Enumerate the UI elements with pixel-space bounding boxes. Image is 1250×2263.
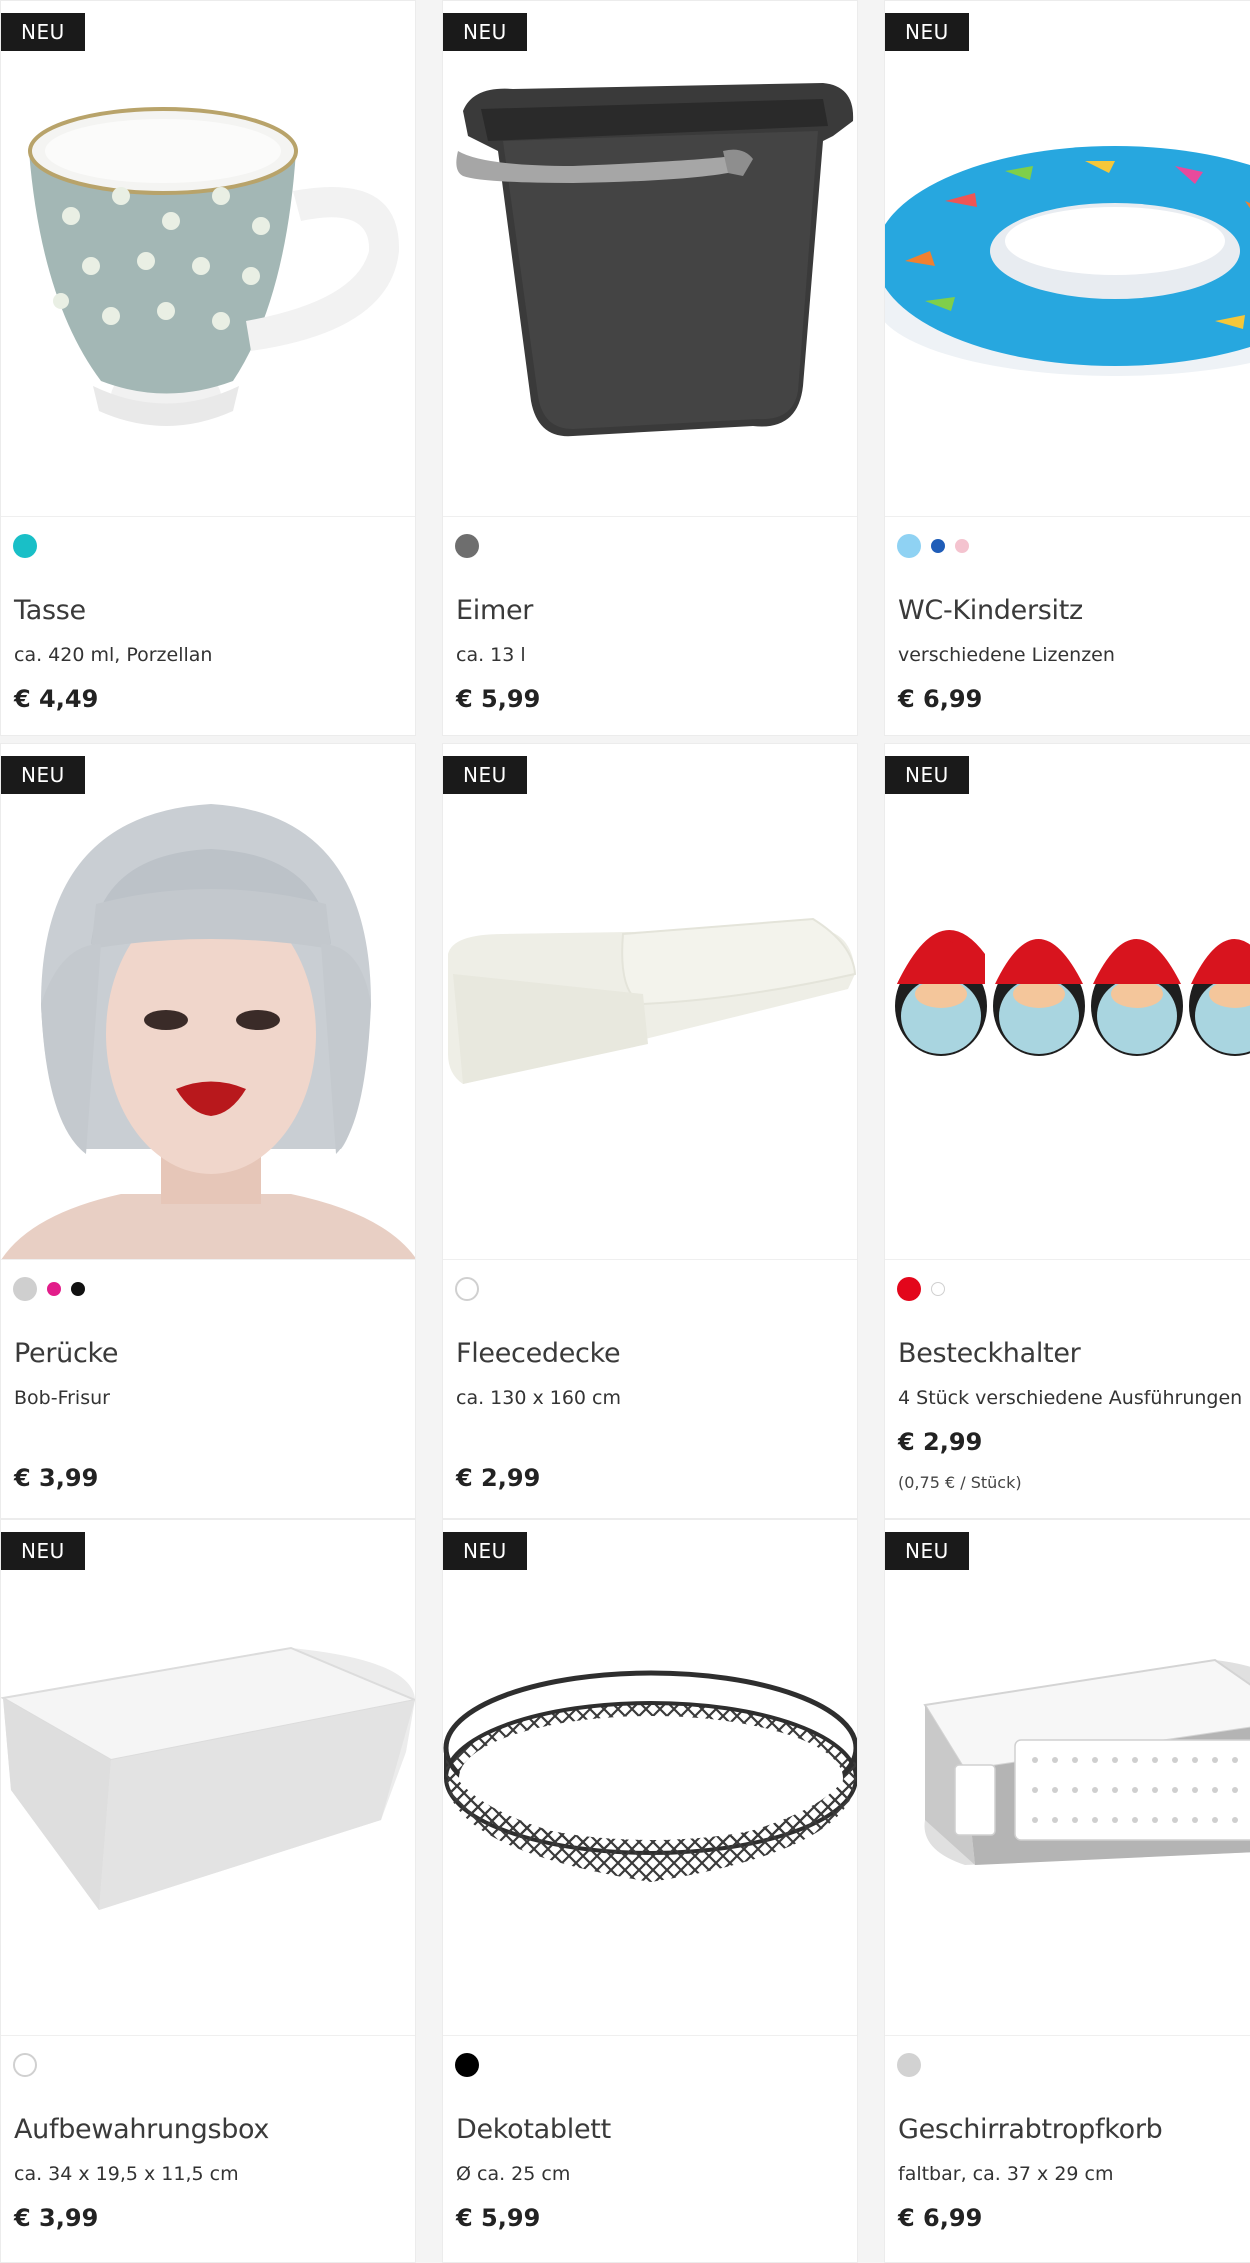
product-name[interactable]: Geschirrabtropfkorb xyxy=(898,2114,1163,2145)
color-swatch[interactable] xyxy=(955,539,969,553)
product-description: verschiedene Lizenzen xyxy=(898,644,1115,666)
product-name[interactable]: Tasse xyxy=(14,595,86,626)
color-swatches xyxy=(13,534,37,558)
product-card-tasse[interactable]: NEU Tasse ca. 420 ml, Porzellan € 4,49 xyxy=(0,0,416,736)
product-price: € 5,99 xyxy=(456,2204,541,2232)
product-card-aufbewahrungsbox[interactable]: NEU Aufbewahrungsbox ca. 34 x 19,5 x 11,… xyxy=(0,1519,416,2263)
color-swatch[interactable] xyxy=(13,1277,37,1301)
product-description: ca. 34 x 19,5 x 11,5 cm xyxy=(14,2163,239,2185)
product-image[interactable]: NEU xyxy=(443,1,857,517)
product-image[interactable]: NEU xyxy=(443,1520,857,2036)
color-swatch[interactable] xyxy=(455,2053,479,2077)
toilet-seat-image xyxy=(885,146,1250,376)
new-badge: NEU xyxy=(443,1532,527,1570)
product-description: Bob-Frisur xyxy=(14,1387,110,1409)
product-name[interactable]: Perücke xyxy=(14,1338,118,1369)
color-swatches xyxy=(455,1277,479,1301)
product-image[interactable]: NEU xyxy=(885,744,1250,1260)
product-price: € 2,99 xyxy=(898,1428,983,1456)
product-description: ca. 13 l xyxy=(456,644,526,666)
color-swatches xyxy=(13,2053,37,2077)
color-swatches xyxy=(897,2053,921,2077)
color-swatch[interactable] xyxy=(897,2053,921,2077)
product-card-fleecedecke[interactable]: NEU Fleecedecke ca. 130 x 160 cm € 2,99 xyxy=(442,743,858,1519)
color-swatch[interactable] xyxy=(897,534,921,558)
product-name[interactable]: Besteckhalter xyxy=(898,1338,1081,1369)
product-description: ca. 420 ml, Porzellan xyxy=(14,644,213,666)
product-name[interactable]: Dekotablett xyxy=(456,2114,611,2145)
new-badge: NEU xyxy=(885,13,969,51)
product-card-geschirrabtropfkorb[interactable]: NEU Geschirrabtropfkorb faltbar, ca. 37 … xyxy=(884,1519,1250,2263)
unit-price: (0,75 € / Stück) xyxy=(898,1473,1022,1492)
product-description: Ø ca. 25 cm xyxy=(456,2163,571,2185)
new-badge: NEU xyxy=(443,13,527,51)
color-swatch[interactable] xyxy=(47,1282,61,1296)
product-price: € 3,99 xyxy=(14,1464,99,1492)
cutlery-holder-image xyxy=(895,930,1250,1056)
product-price: € 3,99 xyxy=(14,2204,99,2232)
product-price: € 2,99 xyxy=(456,1464,541,1492)
blanket-image xyxy=(448,917,857,1084)
new-badge: NEU xyxy=(885,1532,969,1570)
color-swatches xyxy=(13,1277,85,1301)
new-badge: NEU xyxy=(1,13,85,51)
product-card-peruecke[interactable]: NEU Perücke Bob-Frisur € 3,99 xyxy=(0,743,416,1519)
product-name[interactable]: Fleecedecke xyxy=(456,1338,621,1369)
color-swatch[interactable] xyxy=(13,2053,37,2077)
dish-rack-image xyxy=(923,1658,1250,1865)
color-swatch[interactable] xyxy=(13,534,37,558)
product-name[interactable]: Aufbewahrungsbox xyxy=(14,2114,269,2145)
wig-image xyxy=(1,804,415,1259)
product-price: € 6,99 xyxy=(898,685,983,713)
color-swatch[interactable] xyxy=(71,1282,85,1296)
color-swatches xyxy=(455,2053,479,2077)
product-grid: NEU Tasse ca. 420 ml, Porzellan € 4,49 N… xyxy=(0,0,1250,2263)
new-badge: NEU xyxy=(443,756,527,794)
product-image[interactable]: NEU xyxy=(1,744,415,1260)
new-badge: NEU xyxy=(1,756,85,794)
color-swatch[interactable] xyxy=(897,1277,921,1301)
product-image[interactable]: NEU xyxy=(885,1520,1250,2036)
color-swatches xyxy=(897,1277,945,1301)
color-swatch[interactable] xyxy=(455,1277,479,1301)
color-swatches xyxy=(455,534,479,558)
product-name[interactable]: Eimer xyxy=(456,595,533,626)
product-image[interactable]: NEU xyxy=(443,744,857,1260)
product-image[interactable]: NEU xyxy=(1,1,415,517)
deco-tray-image xyxy=(443,1670,857,1882)
mug-image xyxy=(28,107,400,426)
bucket-image xyxy=(456,83,854,437)
product-description: faltbar, ca. 37 x 29 cm xyxy=(898,2163,1114,2185)
new-badge: NEU xyxy=(885,756,969,794)
product-card-eimer[interactable]: NEU Eimer ca. 13 l € 5,99 xyxy=(442,0,858,736)
product-name[interactable]: WC-Kindersitz xyxy=(898,595,1083,626)
product-description: ca. 130 x 160 cm xyxy=(456,1387,622,1409)
color-swatches xyxy=(897,534,969,558)
product-card-wc-kindersitz[interactable]: NEU WC-Kindersitz verschiedene Lizenzen … xyxy=(884,0,1250,736)
product-image[interactable]: NEU xyxy=(885,1,1250,517)
new-badge: NEU xyxy=(1,1532,85,1570)
product-card-dekotablett[interactable]: NEU Dekotablett Ø ca. 25 cm € 5,99 xyxy=(442,1519,858,2263)
storage-box-image xyxy=(1,1646,415,1910)
product-price: € 5,99 xyxy=(456,685,541,713)
color-swatch[interactable] xyxy=(455,534,479,558)
product-description: 4 Stück verschiedene Ausführungen xyxy=(898,1387,1243,1409)
product-price: € 4,49 xyxy=(14,685,99,713)
product-price: € 6,99 xyxy=(898,2204,983,2232)
color-swatch[interactable] xyxy=(931,539,945,553)
product-image[interactable]: NEU xyxy=(1,1520,415,2036)
product-card-besteckhalter[interactable]: NEU Besteckhalter 4 Stück verschiedene A… xyxy=(884,743,1250,1519)
color-swatch[interactable] xyxy=(931,1282,945,1296)
